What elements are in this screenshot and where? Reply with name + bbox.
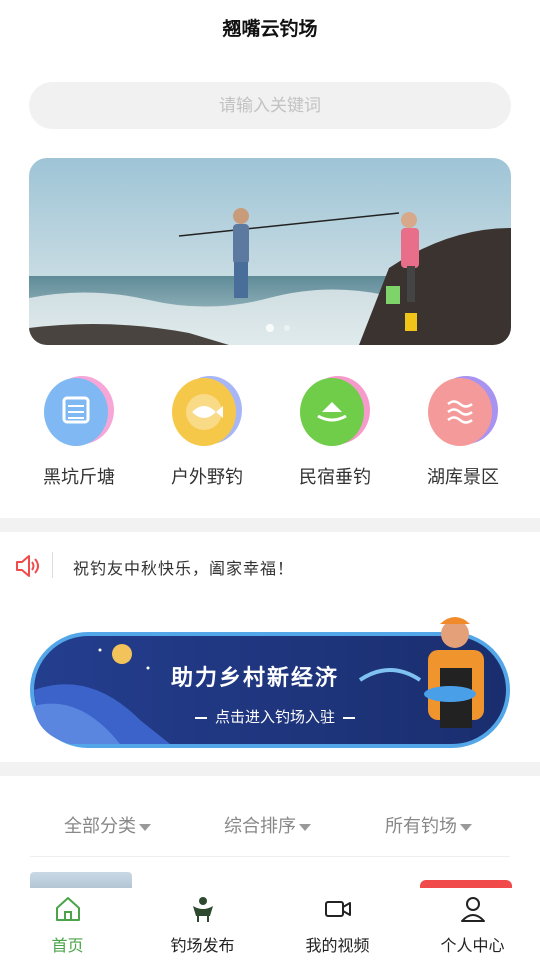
user-icon bbox=[460, 897, 485, 922]
search-bar[interactable] bbox=[29, 82, 511, 129]
list-panel: 全部分类 综合排序 所有钓场 bbox=[0, 776, 540, 896]
carousel-dot-active bbox=[266, 324, 274, 332]
category-item-outdoor[interactable]: 户外野钓 bbox=[142, 372, 272, 489]
caret-down-icon bbox=[139, 823, 151, 831]
bottom-tab-bar: 首页 钓场发布 我的视频 个人中心 bbox=[0, 888, 540, 960]
notice-text: 祝钓友中秋快乐，阖家幸福！ bbox=[73, 559, 295, 578]
promo-subtitle-row: 点击进入钓场入驻 bbox=[180, 706, 370, 727]
category-label: 湖库景区 bbox=[427, 467, 499, 488]
tab-profile[interactable]: 个人中心 bbox=[405, 888, 540, 960]
category-label: 户外野钓 bbox=[171, 467, 243, 488]
promo-subtitle: 点击进入钓场入驻 bbox=[214, 708, 335, 726]
tab-label: 钓场发布 bbox=[170, 936, 235, 955]
category-item-lake[interactable]: 湖库景区 bbox=[398, 372, 528, 489]
section-divider bbox=[0, 762, 540, 776]
home-icon bbox=[55, 897, 80, 921]
dash-left bbox=[194, 716, 207, 719]
waves-icon bbox=[428, 376, 498, 446]
filter-sort[interactable]: 综合排序 bbox=[224, 812, 311, 838]
boat-icon bbox=[300, 376, 370, 446]
tab-my-video[interactable]: 我的视频 bbox=[270, 888, 405, 960]
banner-carousel[interactable] bbox=[29, 158, 511, 345]
category-item-homestay[interactable]: 民宿垂钓 bbox=[270, 372, 400, 489]
page-title: 翘嘴云钓场 bbox=[222, 18, 318, 40]
filter-label: 全部分类 bbox=[64, 816, 136, 837]
tab-publish[interactable]: 钓场发布 bbox=[135, 888, 270, 960]
filter-label: 所有钓场 bbox=[385, 816, 457, 837]
tab-label: 个人中心 bbox=[440, 936, 505, 955]
dash-right bbox=[343, 716, 355, 719]
caret-down-icon bbox=[299, 823, 311, 831]
promo-title: 助力乡村新经济 bbox=[170, 666, 339, 691]
category-label: 民宿垂钓 bbox=[299, 467, 371, 488]
tab-label: 我的视频 bbox=[305, 936, 370, 955]
filter-divider bbox=[30, 856, 510, 857]
filter-venue[interactable]: 所有钓场 bbox=[385, 812, 472, 838]
speaker-icon bbox=[16, 555, 39, 577]
tab-label: 首页 bbox=[51, 936, 84, 955]
search-input[interactable] bbox=[29, 82, 511, 129]
notice-bar[interactable]: 祝钓友中秋快乐，阖家幸福！ bbox=[0, 540, 540, 592]
banner-image bbox=[29, 158, 511, 345]
app-header: 翘嘴云钓场 bbox=[0, 0, 540, 56]
pond-icon bbox=[44, 376, 114, 446]
category-item-black-pit[interactable]: 黑坑斤塘 bbox=[14, 372, 144, 489]
section-divider bbox=[0, 518, 540, 532]
video-camera-icon bbox=[324, 901, 351, 917]
caret-down-icon bbox=[460, 823, 472, 831]
fish-icon bbox=[172, 376, 242, 446]
filter-bar: 全部分类 综合排序 所有钓场 bbox=[0, 812, 540, 842]
filter-category[interactable]: 全部分类 bbox=[64, 812, 151, 838]
filter-label: 综合排序 bbox=[224, 816, 296, 837]
carousel-dot bbox=[284, 325, 290, 331]
fisherman-icon bbox=[192, 897, 213, 922]
promo-banner[interactable]: 助力乡村新经济 点击进入钓场入驻 bbox=[30, 610, 510, 750]
notice-separator bbox=[52, 552, 53, 578]
tab-home[interactable]: 首页 bbox=[0, 888, 135, 960]
category-grid: 黑坑斤塘 户外野钓 民宿垂钓 湖库景区 bbox=[0, 372, 540, 492]
category-label: 黑坑斤塘 bbox=[43, 467, 115, 488]
